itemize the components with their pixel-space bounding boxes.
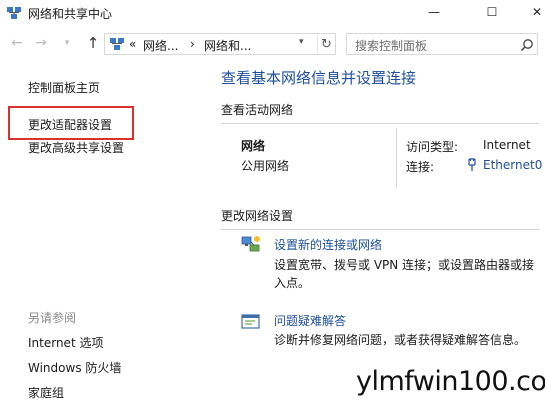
refresh-button[interactable]: ↻ xyxy=(317,35,335,53)
watermark-text: ylmfwin100.com xyxy=(356,366,545,397)
title-bar: 网络和共享中心 — ☐ ✕ xyxy=(0,0,545,28)
connections-label: 连接: xyxy=(406,160,435,174)
homegroup-link[interactable]: 家庭组 xyxy=(28,384,64,401)
windows-firewall-link[interactable]: Windows 防火墙 xyxy=(28,359,121,376)
internet-options-link[interactable]: Internet 选项 xyxy=(28,334,103,351)
section-divider xyxy=(221,229,539,230)
section-divider xyxy=(221,123,539,124)
setup-new-connection-description: 设置宽带、拨号或 VPN 连接；或设置路由器或接入点。 xyxy=(274,258,535,290)
maximize-button[interactable]: ☐ xyxy=(470,0,514,24)
search-placeholder[interactable]: 搜索控制面板 xyxy=(355,37,427,54)
ethernet-plug-icon xyxy=(468,158,476,171)
search-box[interactable]: 搜索控制面板 xyxy=(346,33,538,55)
troubleshoot-icon xyxy=(241,314,260,329)
page-title: 查看基本网络信息并设置连接 xyxy=(221,69,417,87)
network-category: 公用网络 xyxy=(241,159,290,173)
address-bar[interactable]: « 网络... › 网络和... ▾ ↻ xyxy=(104,33,336,55)
breadcrumb-network-center[interactable]: 网络和... xyxy=(204,37,251,54)
breadcrumb-separator[interactable]: › xyxy=(190,37,195,51)
address-dropdown-button[interactable]: ▾ xyxy=(299,37,304,47)
change-settings-heading: 更改网络设置 xyxy=(221,209,294,223)
access-type-label: 访问类型: xyxy=(406,140,459,154)
network-name: 网络 xyxy=(241,139,266,153)
close-button[interactable]: ✕ xyxy=(515,0,545,24)
access-type-value: Internet xyxy=(483,138,531,152)
troubleshoot-link[interactable]: 问题疑难解答 xyxy=(274,312,346,329)
up-button[interactable]: ↑ xyxy=(84,34,102,52)
ethernet-connection-link[interactable]: Ethernet0 xyxy=(483,158,542,172)
back-button[interactable]: ← xyxy=(8,34,26,52)
minimize-button[interactable]: — xyxy=(412,0,456,24)
breadcrumb-network[interactable]: 网络... xyxy=(143,37,178,54)
new-connection-icon xyxy=(241,236,260,252)
navigation-bar: ← → ▾ ↑ « 网络... › 网络和... ▾ ↻ 搜索控制面板 xyxy=(0,30,545,58)
change-adapter-settings-link[interactable]: 更改适配器设置 xyxy=(28,116,112,133)
forward-button[interactable]: → xyxy=(32,34,50,52)
window-title: 网络和共享中心 xyxy=(28,7,113,21)
network-center-icon xyxy=(110,38,124,50)
change-advanced-sharing-link[interactable]: 更改高级共享设置 xyxy=(28,139,124,156)
recent-locations-button[interactable]: ▾ xyxy=(58,34,76,52)
control-panel-home-link[interactable]: 控制面板主页 xyxy=(28,79,100,96)
active-networks-heading: 查看活动网络 xyxy=(221,103,294,117)
troubleshoot-description: 诊断并修复网络问题，或者获得疑难解答信息。 xyxy=(274,333,527,347)
vertical-divider xyxy=(396,128,397,188)
network-center-icon xyxy=(7,7,21,19)
breadcrumb-overflow[interactable]: « xyxy=(129,37,136,51)
setup-new-connection-link[interactable]: 设置新的连接或网络 xyxy=(274,236,382,253)
search-icon[interactable] xyxy=(520,38,534,52)
see-also-heading: 另请参阅 xyxy=(28,311,77,325)
